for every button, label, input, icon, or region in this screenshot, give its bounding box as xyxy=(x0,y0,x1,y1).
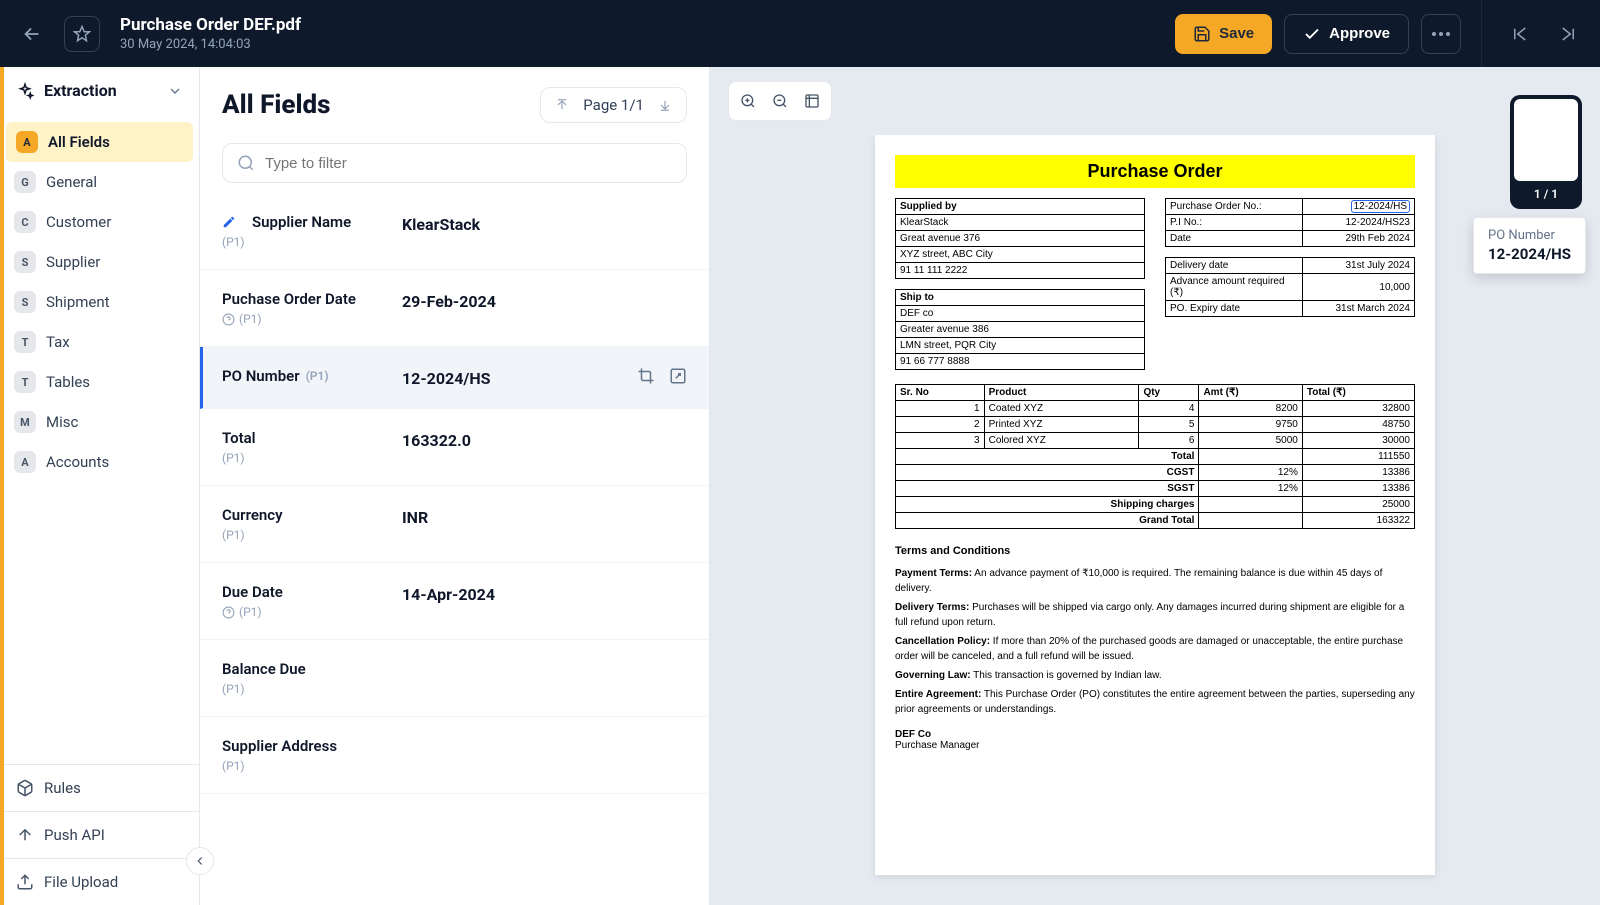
doc-heading: Purchase Order xyxy=(895,155,1415,188)
sidebar-item-tax[interactable]: T Tax xyxy=(0,322,199,362)
document-page[interactable]: Purchase Order Supplied by KlearStack Gr… xyxy=(875,135,1435,875)
field-value: INR xyxy=(402,506,687,527)
topbar: Purchase Order DEF.pdf 30 May 2024, 14:0… xyxy=(0,0,1600,67)
zoom-tools xyxy=(728,81,832,121)
star-button[interactable] xyxy=(64,16,100,52)
sidebar-item-label: Accounts xyxy=(46,453,109,471)
sidebar-item-label: Shipment xyxy=(46,293,110,311)
document-timestamp: 30 May 2024, 14:04:03 xyxy=(120,37,301,52)
field-value xyxy=(402,660,687,662)
po-number-highlight[interactable]: 12-2024/HS xyxy=(1351,200,1410,213)
field-value xyxy=(402,737,687,739)
back-button[interactable] xyxy=(14,16,50,52)
filter-input[interactable] xyxy=(265,155,672,172)
file-upload-icon xyxy=(16,873,34,891)
sidebar-item-label: Customer xyxy=(46,213,111,231)
chevron-down-icon xyxy=(167,83,183,99)
search-icon xyxy=(237,154,255,172)
upload-icon xyxy=(16,826,34,844)
arrow-down-icon xyxy=(658,98,672,112)
edit-icon xyxy=(222,215,238,229)
line-items-table: Sr. NoProductQtyAmt (₹)Total (₹)1Coated … xyxy=(895,384,1415,529)
field-value: 12-2024/HS xyxy=(402,367,637,388)
approve-button[interactable]: Approve xyxy=(1284,14,1409,54)
sparkle-icon xyxy=(16,82,34,100)
sidebar-item-label: Tax xyxy=(46,333,70,351)
sidebar-badge: T xyxy=(14,331,36,353)
field-value: 29-Feb-2024 xyxy=(402,290,687,311)
fit-screen-button[interactable] xyxy=(797,86,827,116)
collapse-panel-button[interactable] xyxy=(186,847,214,875)
sidebar-file-upload[interactable]: File Upload xyxy=(0,858,199,905)
sidebar-badge: S xyxy=(14,251,36,273)
sidebar-badge: C xyxy=(14,211,36,233)
field-tooltip: PO Number 12-2024/HS xyxy=(1473,217,1586,274)
sidebar-badge: G xyxy=(14,171,36,193)
sidebar-item-label: Supplier xyxy=(46,253,100,271)
sidebar-badge: A xyxy=(16,131,38,153)
zoom-out-button[interactable] xyxy=(765,86,795,116)
sidebar-badge: M xyxy=(14,411,36,433)
sidebar-item-label: Misc xyxy=(46,413,78,431)
field-row[interactable]: Puchase Order Date(P1)29-Feb-2024 xyxy=(200,270,709,347)
sidebar-item-all-fields[interactable]: A All Fields xyxy=(6,122,193,162)
sidebar-item-tables[interactable]: T Tables xyxy=(0,362,199,402)
field-value: 163322.0 xyxy=(402,429,687,450)
field-value: 14-Apr-2024 xyxy=(402,583,687,604)
sidebar-item-label: General xyxy=(46,173,97,191)
filter-input-wrapper[interactable] xyxy=(222,143,687,183)
sidebar-badge: T xyxy=(14,371,36,393)
sidebar-item-accounts[interactable]: A Accounts xyxy=(0,442,199,482)
sidebar-item-shipment[interactable]: S Shipment xyxy=(0,282,199,322)
cube-icon xyxy=(16,779,34,797)
field-row[interactable]: Total(P1)163322.0 xyxy=(200,409,709,486)
document-viewer: Purchase Order Supplied by KlearStack Gr… xyxy=(710,67,1600,905)
page-thumbnail[interactable] xyxy=(1514,99,1578,181)
field-row[interactable]: Supplier Address(P1) xyxy=(200,717,709,794)
crop-icon[interactable] xyxy=(637,367,655,385)
help-icon xyxy=(222,606,235,619)
page-selector[interactable]: Page 1/1 xyxy=(540,87,687,123)
sidebar: Extraction A All Fields G General C Customer S… xyxy=(0,67,200,905)
sidebar-item-label: Tables xyxy=(46,373,90,391)
document-title: Purchase Order DEF.pdf xyxy=(120,15,301,35)
more-button[interactable] xyxy=(1421,14,1461,54)
arrow-up-icon xyxy=(555,98,569,112)
field-row[interactable]: Balance Due(P1) xyxy=(200,640,709,717)
thumbnail-label: 1 / 1 xyxy=(1534,181,1558,205)
field-row[interactable]: Supplier Name(P1)KlearStack xyxy=(200,193,709,270)
zoom-in-button[interactable] xyxy=(733,86,763,116)
sidebar-item-misc[interactable]: M Misc xyxy=(0,402,199,442)
prev-doc-button[interactable] xyxy=(1502,16,1538,52)
field-row[interactable]: Currency(P1)INR xyxy=(200,486,709,563)
field-row[interactable]: Due Date(P1)14-Apr-2024 xyxy=(200,563,709,640)
edit-field-icon[interactable] xyxy=(669,367,687,385)
sidebar-item-supplier[interactable]: S Supplier xyxy=(0,242,199,282)
sidebar-item-general[interactable]: G General xyxy=(0,162,199,202)
fields-title: All Fields xyxy=(222,90,330,120)
field-row[interactable]: PO Number (P1)12-2024/HS xyxy=(200,347,709,409)
help-icon xyxy=(222,313,235,326)
thumbnail-panel[interactable]: 1 / 1 xyxy=(1510,95,1582,209)
save-button[interactable]: Save xyxy=(1175,14,1272,54)
next-doc-button[interactable] xyxy=(1550,16,1586,52)
sidebar-rules[interactable]: Rules xyxy=(0,764,199,811)
sidebar-item-customer[interactable]: C Customer xyxy=(0,202,199,242)
field-value: KlearStack xyxy=(402,213,687,234)
sidebar-header[interactable]: Extraction xyxy=(0,67,199,114)
sidebar-badge: S xyxy=(14,291,36,313)
fields-panel: All Fields Page 1/1 Supplier Name(P1)Kle… xyxy=(200,67,710,905)
sidebar-push-api[interactable]: Push API xyxy=(0,811,199,858)
sidebar-badge: A xyxy=(14,451,36,473)
sidebar-item-label: All Fields xyxy=(48,133,110,151)
